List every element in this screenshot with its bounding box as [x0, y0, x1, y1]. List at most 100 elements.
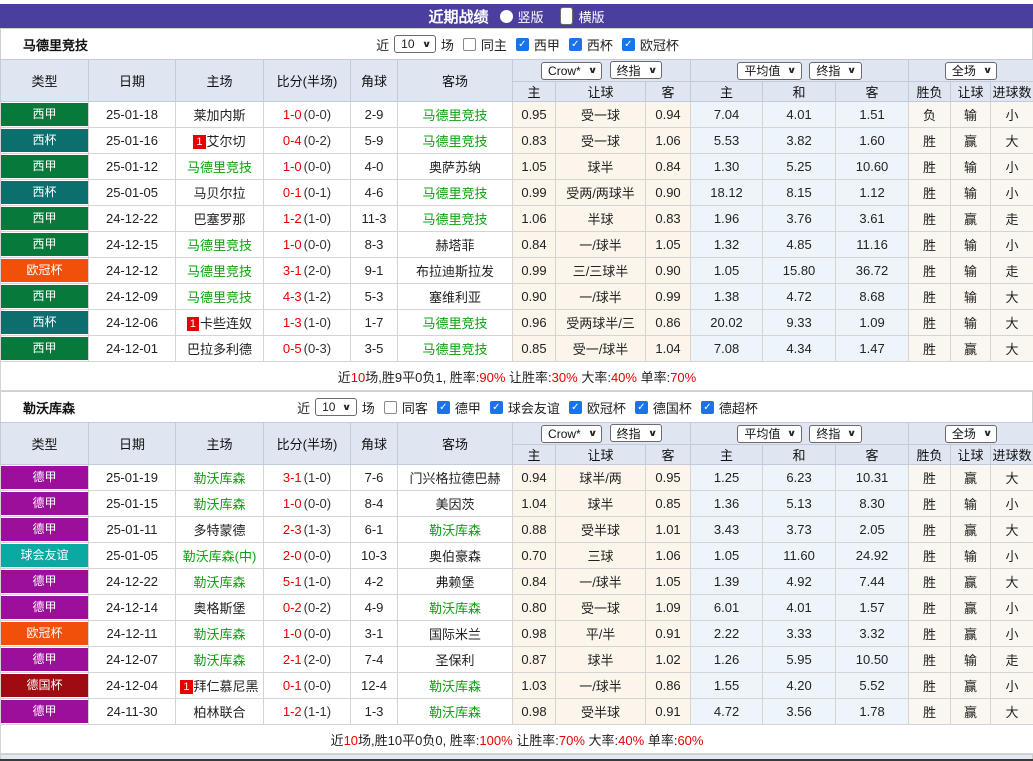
fulltime-score: 1-0 — [283, 159, 302, 174]
filter-checkbox[interactable]: ✓ — [490, 401, 503, 414]
chevron-down-icon: ∨ — [588, 428, 598, 439]
section-header: 勒沃库森 近 10∨ 场 同客✓德甲✓球会友谊✓欧冠杯✓德国杯✓德超杯 — [0, 391, 1033, 422]
filter-checkbox[interactable] — [384, 401, 397, 414]
odds-final-select[interactable]: 终指∨ — [610, 424, 662, 442]
avg-home: 1.30 — [691, 154, 763, 180]
corner-count: 5-3 — [351, 284, 398, 310]
home-team: 马德里竞技 — [176, 232, 264, 258]
col-result-goals: 进球数 — [991, 82, 1033, 102]
league-badge: 欧冠杯 — [1, 259, 88, 282]
filter-checkbox[interactable]: ✓ — [569, 401, 582, 414]
match-count-select[interactable]: 10∨ — [394, 35, 436, 53]
score: 0-4(0-2) — [264, 128, 351, 154]
result-goals: 小 — [991, 673, 1033, 699]
record-summary: 近10场,胜10平0负0, 胜率:100% 让胜率:70% 大率:40% 单率:… — [1, 725, 1033, 754]
avg-source-select[interactable]: 平均值∨ — [737, 62, 801, 80]
home-team: 勒沃库森 — [176, 647, 264, 673]
scope-select[interactable]: 全场∨ — [945, 425, 997, 443]
odds-home: 0.80 — [513, 595, 556, 621]
radio-icon[interactable] — [560, 7, 573, 25]
fulltime-score: 0-1 — [283, 678, 302, 693]
corner-count: 4-9 — [351, 595, 398, 621]
avg-home: 1.26 — [691, 647, 763, 673]
result-goals: 大 — [991, 517, 1033, 543]
section-header: 马德里竞技 近 10∨ 场 同主✓西甲✓西杯✓欧冠杯 — [0, 28, 1033, 59]
filters: 近 10∨ 场 同主✓西甲✓西杯✓欧冠杯 — [376, 35, 679, 54]
avg-away: 11.16 — [836, 232, 909, 258]
score: 1-0(0-0) — [264, 491, 351, 517]
fulltime-score: 0-4 — [283, 133, 302, 148]
avg-source-value: 平均值 — [744, 425, 780, 442]
home-team-name: 勒沃库森 — [193, 471, 245, 486]
avg-source-select[interactable]: 平均值 ∨ — [737, 425, 801, 443]
halftime-score: (0-0) — [304, 678, 331, 693]
scope-select[interactable]: 全场∨ — [945, 62, 997, 80]
result-goals: 小 — [991, 491, 1033, 517]
avg-final-select[interactable]: 终指∨ — [809, 425, 861, 443]
home-team: 马德里竞技 — [176, 284, 264, 310]
chevron-down-icon: ∨ — [787, 428, 797, 439]
halftime-score: (0-3) — [304, 341, 331, 356]
odds-home: 0.94 — [513, 465, 556, 491]
halftime-score: (1-2) — [304, 289, 331, 304]
filter-checkbox[interactable]: ✓ — [569, 38, 582, 51]
match-row: 西甲 24-12-15 马德里竞技 1-0(0-0) 8-3 赫塔菲 0.84 … — [1, 232, 1033, 258]
page: 近期战绩 竖版横版 马德里竞技 近 10∨ 场 同主✓西甲✓西杯✓欧冠杯 — [0, 4, 1033, 761]
avg-draw: 8.15 — [763, 180, 836, 206]
odds-home: 1.04 — [513, 491, 556, 517]
radio-icon[interactable] — [500, 10, 513, 23]
fulltime-score: 2-3 — [283, 522, 302, 537]
away-team: 国际米兰 — [398, 621, 513, 647]
avg-draw: 6.23 — [763, 465, 836, 491]
filter-checkbox[interactable] — [463, 38, 476, 51]
avg-draw: 4.85 — [763, 232, 836, 258]
home-team: 勒沃库森 — [176, 465, 264, 491]
odds-source-select[interactable]: Crow*∨ — [541, 425, 602, 443]
score: 0-1(0-1) — [264, 180, 351, 206]
odds-away: 0.95 — [646, 465, 691, 491]
avg-draw: 5.13 — [763, 491, 836, 517]
filter-checkbox-label: 德国杯 — [653, 398, 692, 417]
filter-checkbox[interactable]: ✓ — [635, 401, 648, 414]
chevron-down-icon: ∨ — [847, 65, 857, 76]
league-badge: 球会友谊 — [1, 544, 88, 567]
league-cell: 西杯 — [1, 310, 89, 336]
odds-handicap: 三球 — [556, 543, 646, 569]
filter-checkbox[interactable]: ✓ — [701, 401, 714, 414]
corner-count: 12-4 — [351, 673, 398, 699]
match-count-select[interactable]: 10∨ — [315, 398, 357, 416]
avg-draw: 15.80 — [763, 258, 836, 284]
filter-checkbox[interactable]: ✓ — [437, 401, 450, 414]
summary-segment: 40% — [611, 370, 637, 385]
result-handicap: 赢 — [951, 673, 991, 699]
score: 2-1(2-0) — [264, 647, 351, 673]
filter-checkbox[interactable]: ✓ — [516, 38, 529, 51]
result-goals: 小 — [991, 180, 1033, 206]
result-handicap: 输 — [951, 258, 991, 284]
odds-source-select[interactable]: Crow*∨ — [541, 62, 602, 80]
avg-draw: 3.56 — [763, 699, 836, 725]
avg-home: 5.53 — [691, 128, 763, 154]
layout-option[interactable]: 横版 — [558, 7, 605, 26]
col-league: 类型 — [1, 60, 89, 102]
layout-option[interactable]: 竖版 — [500, 7, 543, 26]
col-avg-home: 主 — [691, 82, 763, 102]
odds-handicap: 受两球半/三 — [556, 310, 646, 336]
avg-final-select[interactable]: 终指∨ — [809, 62, 861, 80]
home-team: 多特蒙德 — [176, 517, 264, 543]
odds-away: 0.83 — [646, 206, 691, 232]
avg-home: 2.22 — [691, 621, 763, 647]
odds-away: 1.05 — [646, 569, 691, 595]
corner-count: 4-2 — [351, 569, 398, 595]
home-team: 勒沃库森 — [176, 621, 264, 647]
odds-final-select[interactable]: 终指∨ — [610, 61, 662, 79]
match-row: 德甲 25-01-15 勒沃库森 1-0(0-0) 8-4 美因茨 1.04 球… — [1, 491, 1033, 517]
col-corner: 角球 — [351, 60, 398, 102]
league-badge: 德甲 — [1, 492, 88, 515]
odds-away: 0.86 — [646, 673, 691, 699]
filter-checkbox[interactable]: ✓ — [622, 38, 635, 51]
fulltime-score: 3-1 — [283, 470, 302, 485]
avg-home: 1.36 — [691, 491, 763, 517]
halftime-score: (0-0) — [304, 626, 331, 641]
summary-segment: 60% — [677, 733, 703, 748]
